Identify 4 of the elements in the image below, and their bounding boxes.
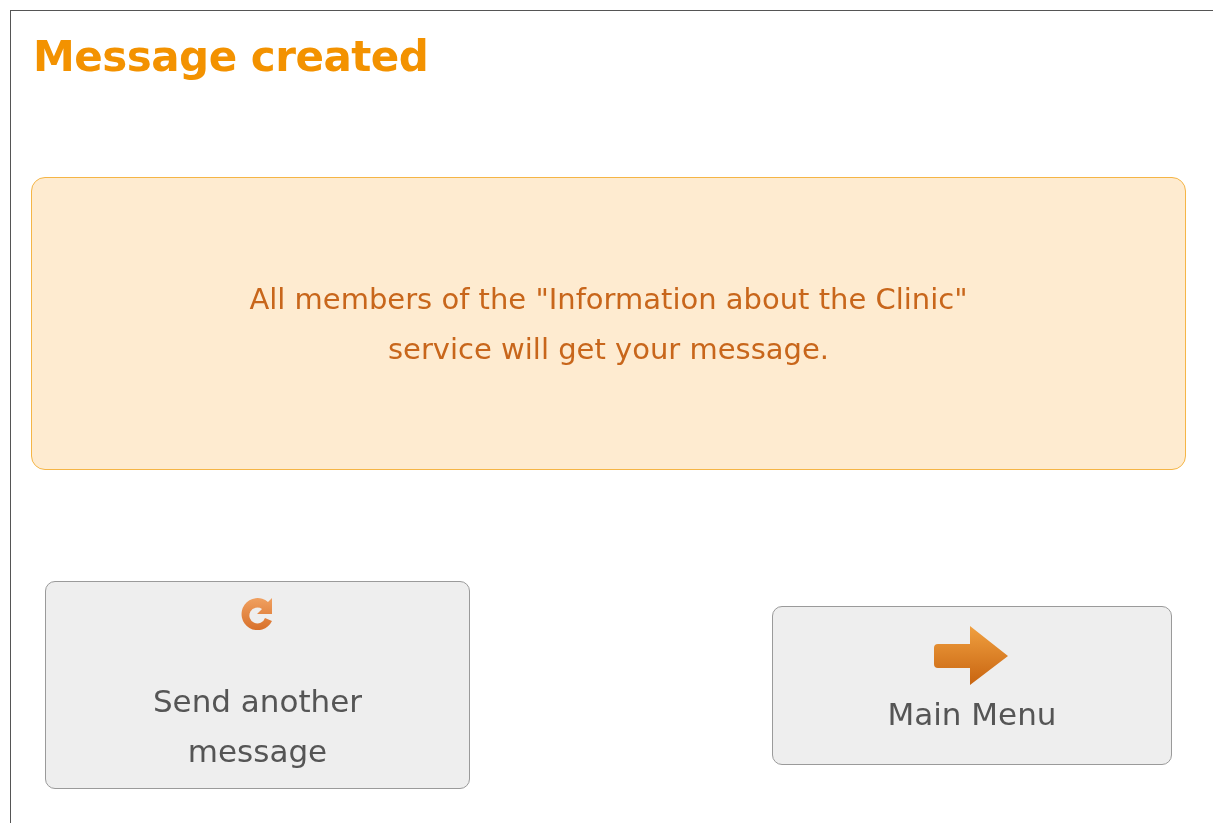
send-another-button[interactable]: Send another message — [45, 581, 470, 789]
page-title: Message created — [33, 31, 430, 83]
main-menu-button[interactable]: Main Menu — [772, 605, 1172, 765]
notice-message: All members of the "Information about the Clinic" service will get your message. — [248, 280, 969, 368]
